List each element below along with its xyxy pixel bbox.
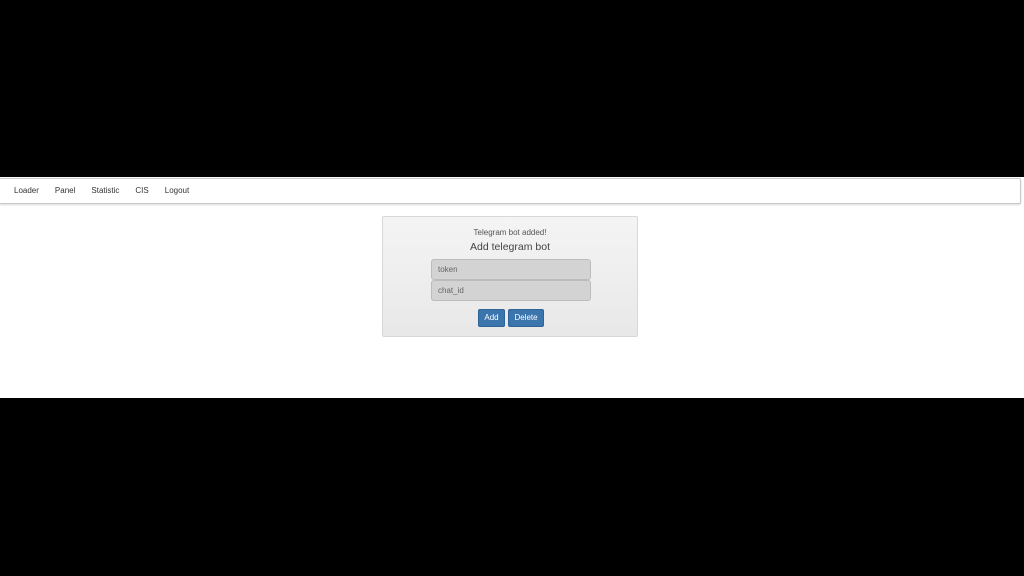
status-message: Telegram bot added! bbox=[473, 228, 547, 237]
nav-link-statistic[interactable]: Statistic bbox=[83, 178, 127, 204]
token-input[interactable] bbox=[431, 259, 591, 280]
letterbox-top bbox=[0, 0, 1024, 177]
nav-link-panel[interactable]: Panel bbox=[47, 178, 83, 204]
nav-link-loader[interactable]: Loader bbox=[6, 178, 47, 204]
delete-button[interactable]: Delete bbox=[508, 309, 544, 327]
letterbox-bottom bbox=[0, 398, 1024, 576]
telegram-bot-form-panel: Telegram bot added! Add telegram bot Add… bbox=[382, 216, 638, 337]
browser-viewport: Loader Panel Statistic CIS Logout Telegr… bbox=[0, 177, 1024, 398]
nav-link-logout[interactable]: Logout bbox=[157, 178, 197, 204]
top-navbar: Loader Panel Statistic CIS Logout bbox=[0, 178, 1021, 204]
add-button[interactable]: Add bbox=[478, 309, 505, 327]
nav-link-cis[interactable]: CIS bbox=[127, 178, 156, 204]
chat-id-input[interactable] bbox=[431, 280, 591, 301]
form-title: Add telegram bot bbox=[470, 241, 550, 253]
